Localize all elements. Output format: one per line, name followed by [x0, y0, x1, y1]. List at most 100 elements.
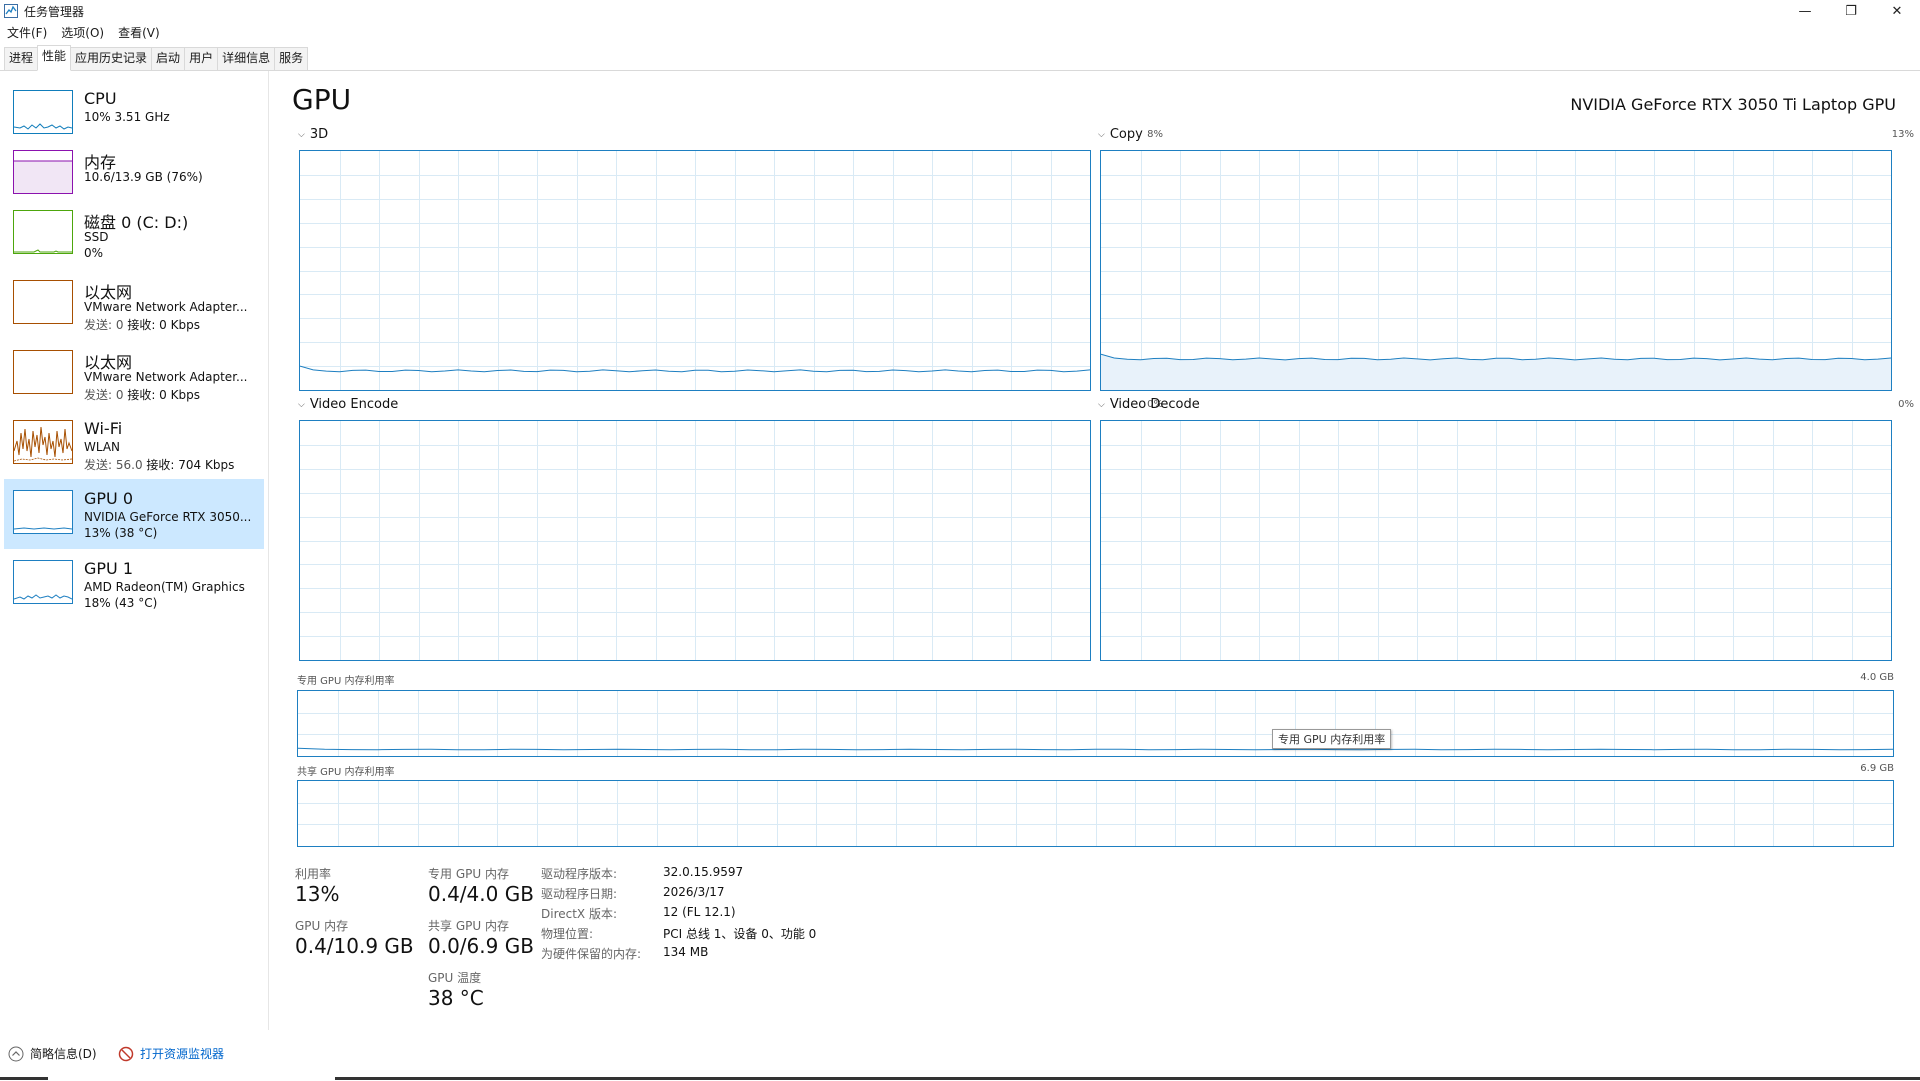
- engine-percent: 13%: [1891, 129, 1914, 140]
- shared-memory-stat-value: 0.0/6.9 GB: [428, 934, 534, 958]
- sidebar-detail: SSD: [84, 230, 109, 244]
- engine-selector-copy[interactable]: ⌵ Copy: [1098, 127, 1143, 142]
- driver-version-value: 32.0.15.9597: [663, 865, 744, 879]
- engine-percent: 0%: [1898, 399, 1914, 410]
- tab-users[interactable]: 用户: [184, 47, 219, 70]
- sidebar-detail-2: 18% (43 °C): [84, 596, 158, 610]
- recv-rate: 接收: 0 Kbps: [127, 388, 200, 402]
- open-resource-monitor-label: 打开资源监视器: [140, 1047, 225, 1061]
- dedicated-memory-max: 4.0 GB: [1860, 672, 1894, 683]
- driver-date-value: 2026/3/17: [663, 885, 725, 899]
- engine-name: Video Decode: [1109, 397, 1200, 412]
- send-rate: 发送: 56.0: [84, 458, 143, 472]
- engine-selector-video-decode[interactable]: ⌵ Video Decode: [1098, 397, 1200, 412]
- sidebar-detail: NVIDIA GeForce RTX 3050...: [84, 510, 252, 524]
- physical-location-label: 物理位置:: [541, 927, 594, 941]
- engine-selector-video-encode[interactable]: ⌵ Video Encode: [298, 397, 398, 412]
- minimize-button[interactable]: —: [1782, 0, 1828, 22]
- engine-name: Video Encode: [309, 397, 399, 412]
- memory-thumbnail-graph: [13, 150, 73, 194]
- engine-graph-video-decode: [1100, 420, 1892, 661]
- tab-processes[interactable]: 进程: [4, 47, 39, 70]
- dedicated-memory-stat-value: 0.4/4.0 GB: [428, 882, 534, 906]
- graph-canvas: [1101, 421, 1891, 660]
- chevron-down-icon: ⌵: [1098, 399, 1105, 410]
- directx-version-value: 12 (FL 12.1): [663, 905, 736, 919]
- gpu-model-name: NVIDIA GeForce RTX 3050 Ti Laptop GPU: [1570, 95, 1896, 114]
- graph-canvas: [298, 781, 1893, 846]
- shared-memory-label: 共享 GPU 内存利用率: [297, 767, 395, 778]
- reserved-memory-value: 134 MB: [663, 945, 709, 959]
- gpu0-thumbnail-graph: [13, 490, 73, 534]
- chevron-down-icon: ⌵: [298, 129, 305, 140]
- gpu-temperature-value: 38 °C: [428, 986, 484, 1010]
- menu-file[interactable]: 文件(F): [0, 24, 54, 41]
- send-rate: 发送: 0: [84, 388, 124, 402]
- cpu-thumbnail-graph: [13, 90, 73, 134]
- menu-options[interactable]: 选项(O): [54, 24, 111, 41]
- resource-sidebar: CPU 10% 3.51 GHz 内存 10.6/13.9 GB (76%) 磁…: [0, 71, 269, 1030]
- ethernet-thumbnail-graph: [13, 280, 73, 324]
- sidebar-detail-2: 13% (38 °C): [84, 526, 158, 540]
- fewer-details-label: 简略信息(D): [30, 1047, 97, 1061]
- sidebar-detail: AMD Radeon(TM) Graphics: [84, 580, 245, 594]
- dedicated-memory-label: 专用 GPU 内存利用率: [297, 676, 395, 687]
- dedicated-memory-graph: [297, 690, 1894, 757]
- ethernet-thumbnail-graph: [13, 350, 73, 394]
- recv-rate: 接收: 704 Kbps: [146, 458, 235, 472]
- engine-selector-3d[interactable]: ⌵ 3D: [298, 127, 328, 142]
- sidebar-title: GPU 0: [84, 489, 134, 508]
- menu-view[interactable]: 查看(V): [111, 24, 167, 41]
- sidebar-detail-2: 发送: 0 接收: 0 Kbps: [84, 386, 200, 403]
- reserved-memory-label: 为硬件保留的内存:: [541, 947, 642, 961]
- wifi-thumbnail-graph: [13, 420, 73, 464]
- sidebar-item-ethernet-2[interactable]: 以太网 VMware Network Adapter... 发送: 0 接收: …: [4, 339, 264, 409]
- fewer-details-button[interactable]: 简略信息(D): [8, 1045, 97, 1062]
- sidebar-item-disk[interactable]: 磁盘 0 (C: D:) SSD 0%: [4, 199, 264, 269]
- sidebar-item-gpu-0[interactable]: GPU 0 NVIDIA GeForce RTX 3050... 13% (38…: [4, 479, 264, 549]
- title-bar: 任务管理器 — ❐ ✕: [0, 0, 1920, 22]
- graph-canvas: [300, 151, 1090, 390]
- dedicated-memory-stat-label: 专用 GPU 内存: [428, 867, 509, 881]
- gpu-memory-label: GPU 内存: [295, 919, 349, 933]
- tab-app-history[interactable]: 应用历史记录: [70, 47, 153, 70]
- tab-startup[interactable]: 启动: [151, 47, 186, 70]
- sidebar-item-ethernet-1[interactable]: 以太网 VMware Network Adapter... 发送: 0 接收: …: [4, 269, 264, 339]
- sidebar-detail: 10% 3.51 GHz: [84, 110, 170, 124]
- tab-details[interactable]: 详细信息: [217, 47, 276, 70]
- graph-canvas: [300, 421, 1090, 660]
- close-button[interactable]: ✕: [1874, 0, 1920, 22]
- chevron-down-icon: ⌵: [298, 399, 305, 410]
- sidebar-item-wifi[interactable]: Wi-Fi WLAN 发送: 56.0 接收: 704 Kbps: [4, 409, 264, 479]
- tab-bar: 进程 性能 应用历史记录 启动 用户 详细信息 服务: [0, 45, 1920, 71]
- engine-graph-copy: [1100, 150, 1892, 391]
- window-controls: — ❐ ✕: [1782, 0, 1920, 22]
- utilization-value: 13%: [295, 882, 340, 906]
- page-title: GPU: [292, 83, 352, 116]
- window-title: 任务管理器: [24, 4, 85, 19]
- shared-memory-stat-label: 共享 GPU 内存: [428, 919, 509, 933]
- send-rate: 发送: 0: [84, 318, 124, 332]
- tab-services[interactable]: 服务: [274, 47, 309, 70]
- directx-version-label: DirectX 版本:: [541, 907, 618, 921]
- resource-monitor-icon: [118, 1046, 134, 1061]
- sidebar-detail: VMware Network Adapter...: [84, 300, 248, 314]
- driver-version-label: 驱动程序版本:: [541, 867, 618, 881]
- chevron-down-icon: ⌵: [1098, 129, 1105, 140]
- footer-bar: 简略信息(D) 打开资源监视器: [0, 1030, 1920, 1081]
- sidebar-title: GPU 1: [84, 559, 134, 578]
- recv-rate: 接收: 0 Kbps: [127, 318, 200, 332]
- sidebar-item-gpu-1[interactable]: GPU 1 AMD Radeon(TM) Graphics 18% (43 °C…: [4, 549, 264, 619]
- engine-graph-video-encode: [299, 420, 1091, 661]
- engine-name: Copy: [1109, 127, 1143, 142]
- tab-performance[interactable]: 性能: [37, 45, 72, 71]
- sidebar-detail: VMware Network Adapter...: [84, 370, 248, 384]
- graph-canvas: [298, 691, 1893, 756]
- maximize-button[interactable]: ❐: [1828, 0, 1874, 22]
- sidebar-detail-2: 0%: [84, 246, 104, 260]
- sidebar-title: Wi-Fi: [84, 419, 123, 438]
- open-resource-monitor-link[interactable]: 打开资源监视器: [118, 1045, 224, 1062]
- shared-memory-graph: [297, 780, 1894, 847]
- sidebar-detail-2: 发送: 56.0 接收: 704 Kbps: [84, 456, 234, 473]
- graph-tooltip: 专用 GPU 内存利用率: [1272, 729, 1392, 749]
